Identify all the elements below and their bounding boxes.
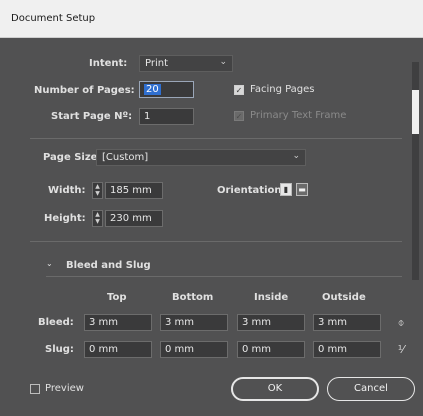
broken-link-icon[interactable]: ⅟ xyxy=(396,342,406,358)
slug-inside-input[interactable]: 0 mm xyxy=(237,341,305,358)
scrollbar[interactable] xyxy=(412,62,419,280)
chain-link-icon[interactable]: ⌽ xyxy=(396,315,406,331)
orientation-label: Orientation: xyxy=(217,185,286,196)
number-of-pages-label: Number of Pages: xyxy=(34,85,135,96)
intent-value: Print xyxy=(145,58,169,69)
facing-pages-label: Facing Pages xyxy=(250,84,315,95)
preview-checkbox[interactable] xyxy=(30,384,40,394)
bleed-and-slug-heading[interactable]: Bleed and Slug xyxy=(66,260,151,271)
slug-bottom-input[interactable]: 0 mm xyxy=(160,341,228,358)
number-of-pages-input[interactable]: 20 xyxy=(139,81,194,98)
column-inside: Inside xyxy=(254,292,289,303)
start-page-value: 1 xyxy=(144,111,151,122)
chevron-down-icon: ⌄ xyxy=(219,57,227,67)
page-size-label: Page Size: xyxy=(43,152,102,163)
bleed-inside-input[interactable]: 3 mm xyxy=(237,314,305,331)
portrait-orientation-icon[interactable]: ▮ xyxy=(280,183,292,196)
intent-dropdown[interactable]: Print ⌄ xyxy=(139,55,233,72)
cancel-button[interactable]: Cancel xyxy=(327,377,415,401)
slug-inside-value: 0 mm xyxy=(242,344,272,355)
page-size-value: [Custom] xyxy=(102,152,149,163)
bleed-bottom-input[interactable]: 3 mm xyxy=(160,314,228,331)
column-outside: Outside xyxy=(322,292,366,303)
start-page-input[interactable]: 1 xyxy=(139,108,194,125)
facing-pages-checkbox[interactable]: ✓ xyxy=(234,85,244,95)
bleed-bottom-value: 3 mm xyxy=(165,317,195,328)
slug-outside-input[interactable]: 0 mm xyxy=(313,341,381,358)
height-value: 230 mm xyxy=(110,213,152,224)
bleed-outside-input[interactable]: 3 mm xyxy=(313,314,381,331)
height-label: Height: xyxy=(44,213,86,224)
column-top: Top xyxy=(107,292,127,303)
height-stepper-icon[interactable]: ▲ ▼ xyxy=(92,210,103,227)
landscape-orientation-icon[interactable]: ▬ xyxy=(296,183,308,196)
slug-bottom-value: 0 mm xyxy=(165,344,195,355)
divider xyxy=(46,276,402,277)
document-setup-dialog: Intent: Print ⌄ Number of Pages: 20 ✓ Fa… xyxy=(0,38,423,416)
page-size-dropdown[interactable]: [Custom] ⌄ xyxy=(96,149,306,166)
primary-text-frame-label: Primary Text Frame xyxy=(250,110,347,121)
divider xyxy=(30,138,402,139)
chevron-down-icon: ⌄ xyxy=(292,151,300,161)
collapse-arrow-icon[interactable]: ⌄ xyxy=(46,259,53,268)
bleed-outside-value: 3 mm xyxy=(318,317,348,328)
intent-label: Intent: xyxy=(89,58,128,69)
column-bottom: Bottom xyxy=(172,292,214,303)
primary-text-frame-checkbox[interactable]: ✓ xyxy=(234,111,244,121)
width-input[interactable]: 185 mm xyxy=(105,182,163,199)
number-of-pages-value: 20 xyxy=(144,84,161,95)
width-stepper-icon[interactable]: ▲ ▼ xyxy=(92,182,103,199)
scrollbar-thumb[interactable] xyxy=(412,90,419,134)
ok-button[interactable]: OK xyxy=(231,377,319,401)
window-title: Document Setup xyxy=(11,13,96,24)
bleed-top-value: 3 mm xyxy=(89,317,119,328)
divider xyxy=(30,241,402,242)
bleed-inside-value: 3 mm xyxy=(242,317,272,328)
width-label: Width: xyxy=(48,185,86,196)
title-bar: Document Setup xyxy=(0,0,423,38)
slug-outside-value: 0 mm xyxy=(318,344,348,355)
preview-label: Preview xyxy=(45,383,84,394)
bleed-label: Bleed: xyxy=(38,317,74,328)
start-page-label: Start Page Nº: xyxy=(51,111,133,122)
bleed-top-input[interactable]: 3 mm xyxy=(84,314,152,331)
slug-top-input[interactable]: 0 mm xyxy=(84,341,152,358)
slug-label: Slug: xyxy=(45,344,74,355)
height-input[interactable]: 230 mm xyxy=(105,210,163,227)
width-value: 185 mm xyxy=(110,185,152,196)
slug-top-value: 0 mm xyxy=(89,344,119,355)
